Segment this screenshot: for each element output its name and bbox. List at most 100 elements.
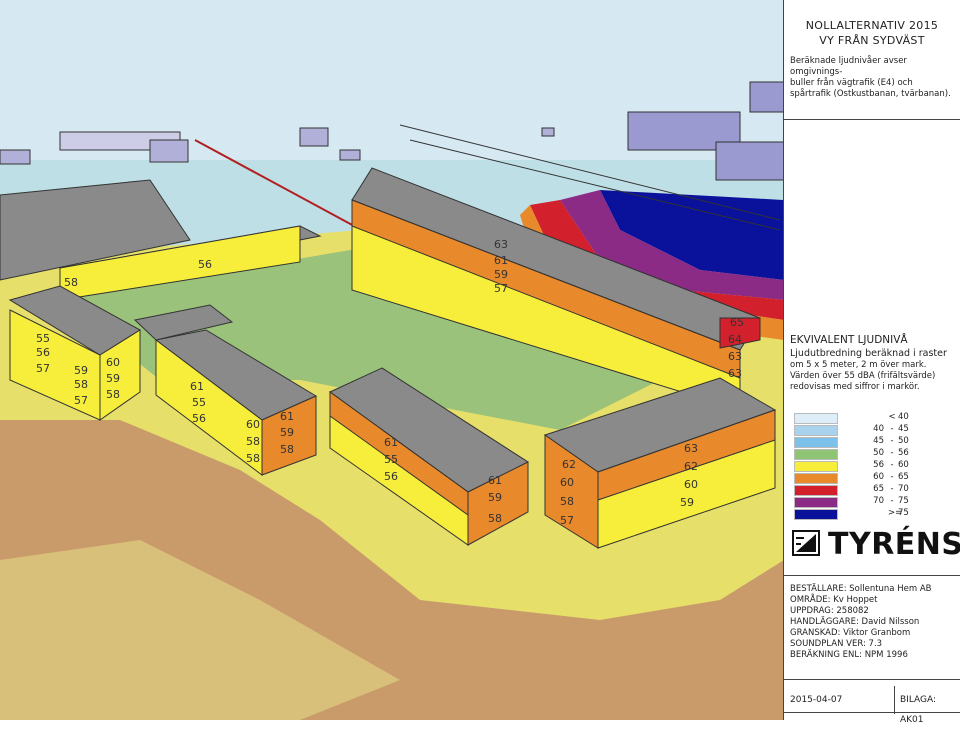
map-label: 64 — [728, 333, 742, 346]
map-label: 61 — [280, 410, 294, 423]
title-line-1: NOLLALTERNATIV 2015 — [805, 19, 939, 32]
map-label: 59 — [74, 364, 88, 377]
legend-panel: NOLLALTERNATIV 2015 VY FRÅN SYDVÄST Berä… — [784, 0, 960, 725]
legend-row: >= 75 — [794, 508, 954, 520]
legend-high: 45 — [898, 424, 909, 434]
legend-operator: < — [888, 412, 896, 422]
map-label: 56 — [198, 258, 212, 271]
map-label: 55 — [192, 396, 206, 409]
map-label: 59 — [488, 491, 502, 504]
map-label: 63 — [728, 367, 742, 380]
distant-building — [299, 127, 329, 147]
map-label: 57 — [560, 514, 574, 527]
legend-row: 50-56 — [794, 448, 954, 460]
legend-low: 50 — [873, 448, 884, 458]
legend-block: EKVIVALENT LJUDNIVÅ Ljudutbredning beräk… — [784, 326, 960, 576]
legend-swatch — [794, 509, 838, 520]
legend-low: 60 — [873, 472, 884, 482]
map-label: 61 — [488, 474, 502, 487]
legend-high: 75 — [898, 508, 909, 518]
map-label: 58 — [106, 388, 120, 401]
legend-operator: - — [890, 436, 894, 446]
footer-divider — [894, 686, 895, 714]
legend-swatch — [794, 425, 838, 436]
map-label: 60 — [560, 476, 574, 489]
map-label: 62 — [562, 458, 576, 471]
blank-section — [784, 120, 960, 326]
legend-subheading: Ljudutbredning beräknad i raster — [790, 348, 947, 359]
legend-low: 40 — [873, 424, 884, 434]
info-soundplan: SOUNDPLAN VER: 7.3 — [790, 639, 883, 649]
footer-date: 2015-04-07 — [790, 695, 843, 705]
info-bestallare: BESTÄLLARE: Sollentuna Hem AB — [790, 584, 932, 594]
legend-text-2: Värden över 55 dBA (frifältsvärde) — [790, 371, 936, 381]
map-label: 58 — [64, 276, 78, 289]
legend-row: 70-75 — [794, 496, 954, 508]
map-label: 58 — [246, 452, 260, 465]
distant-building — [715, 141, 783, 181]
map-label: 60 — [246, 418, 260, 431]
legend-swatch — [794, 497, 838, 508]
legend-swatch — [794, 449, 838, 460]
distant-building — [0, 149, 31, 165]
legend-row: 45-50 — [794, 436, 954, 448]
logo-text: TYRÉNS — [828, 527, 960, 562]
info-uppdrag: UPPDRAG: 258082 — [790, 606, 869, 616]
map-label: 61 — [494, 254, 508, 267]
description-line-1: Beräknade ljudnivåer avser omgivnings- — [790, 56, 907, 77]
legend-swatch — [794, 461, 838, 472]
distant-building — [541, 127, 555, 137]
legend-operator: >= — [888, 508, 903, 518]
map-label: 59 — [680, 496, 694, 509]
legend-high: 65 — [898, 472, 909, 482]
map-label: 60 — [684, 478, 698, 491]
map-label: 61 — [384, 436, 398, 449]
legend-low: 56 — [873, 460, 884, 470]
legend-operator: - — [890, 484, 894, 494]
legend-row: 40-45 — [794, 424, 954, 436]
description-line-2: buller från vägtrafik (E4) och — [790, 78, 913, 88]
info-omrade: OMRÅDE: Kv Hoppet — [790, 595, 878, 605]
logo-mark-icon — [792, 530, 820, 556]
legend-row: <40 — [794, 412, 954, 424]
info-block: BESTÄLLARE: Sollentuna Hem AB OMRÅDE: Kv… — [784, 576, 960, 680]
info-berakning: BERÄKNING ENL: NPM 1996 — [790, 650, 908, 660]
legend-text-3: redovisas med siffror i markör. — [790, 382, 920, 392]
map-label: 59 — [280, 426, 294, 439]
map-label: 57 — [36, 362, 50, 375]
legend-high: 70 — [898, 484, 909, 494]
description-line-3: spårtrafik (Ostkustbanan, tvärbanan). — [790, 89, 951, 99]
legend-operator: - — [890, 424, 894, 434]
title-line-2: VY FRÅN SYDVÄST — [819, 34, 925, 47]
legend-operator: - — [890, 460, 894, 470]
legend-high: 60 — [898, 460, 909, 470]
map-label: 58 — [488, 512, 502, 525]
noise-map-view: 63 61 59 57 65 64 63 63 56 58 55 56 57 6… — [0, 0, 784, 720]
map-label: 56 — [192, 412, 206, 425]
legend-operator: - — [890, 472, 894, 482]
map-label: 65 — [730, 316, 744, 329]
legend-high: 50 — [898, 436, 909, 446]
map-label: 58 — [280, 443, 294, 456]
footer-bilaga: BILAGA: AK01 — [900, 695, 937, 725]
legend-heading: EKVIVALENT LJUDNIVÅ — [790, 334, 908, 346]
legend-operator: - — [890, 496, 894, 506]
map-label: 55 — [384, 453, 398, 466]
map-label: 63 — [684, 442, 698, 455]
map-label: 63 — [494, 238, 508, 251]
map-label: 62 — [684, 460, 698, 473]
legend-low: 45 — [873, 436, 884, 446]
map-label: 55 — [36, 332, 50, 345]
title-block: NOLLALTERNATIV 2015 VY FRÅN SYDVÄST Berä… — [784, 0, 960, 120]
map-label: 60 — [106, 356, 120, 369]
map-label: 56 — [36, 346, 50, 359]
map-label: 58 — [74, 378, 88, 391]
map-label: 57 — [74, 394, 88, 407]
legend-high: 75 — [898, 496, 909, 506]
footer-bottom-rule — [784, 712, 960, 713]
map-label: 58 — [246, 435, 260, 448]
map-label: 61 — [190, 380, 204, 393]
legend-swatch — [794, 413, 838, 424]
noise-map-svg: 63 61 59 57 65 64 63 63 56 58 55 56 57 6… — [0, 0, 783, 720]
legend-high: 56 — [898, 448, 909, 458]
